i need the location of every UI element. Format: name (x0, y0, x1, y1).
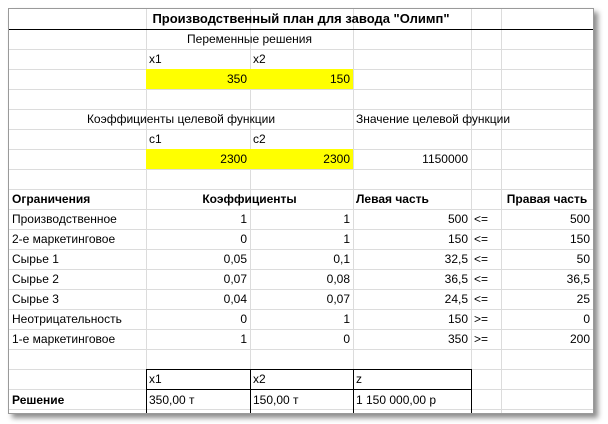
spreadsheet: Производственный план для завода "Олимп"… (8, 8, 594, 414)
coef-x2-cell[interactable]: 0,08 (250, 269, 353, 289)
constraint-name-cell[interactable]: 1-е маркетинговое (9, 329, 146, 349)
c2-label[interactable]: c2 (250, 129, 353, 149)
objective-value-header[interactable]: Значение целевой функции (353, 109, 593, 129)
grid-row-line (9, 349, 593, 350)
coef-x2-cell[interactable]: 0,1 (250, 249, 353, 269)
lhs-cell[interactable]: 500 (353, 209, 471, 229)
c2-value-cell[interactable]: 2300 (250, 149, 353, 169)
x2-value-cell[interactable]: 150 (250, 69, 353, 89)
constraint-name-cell[interactable]: Сырье 3 (9, 289, 146, 309)
lhs-cell[interactable]: 24,5 (353, 289, 471, 309)
coef-x1-cell[interactable]: 0,07 (146, 269, 250, 289)
c1-value-cell[interactable]: 2300 (146, 149, 250, 169)
sign-cell[interactable]: >= (471, 329, 501, 349)
coef-x1-cell[interactable]: 0,05 (146, 249, 250, 269)
coef-x1-cell[interactable]: 0,04 (146, 289, 250, 309)
x1-label[interactable]: x1 (146, 49, 250, 69)
constraints-header-coefs[interactable]: Коэффициенты (146, 189, 353, 209)
coef-x2-cell[interactable]: 1 (250, 229, 353, 249)
constraint-name-cell[interactable]: Производственное (9, 209, 146, 229)
objective-value-cell[interactable]: 1150000 (353, 149, 471, 169)
coef-x2-cell[interactable]: 0 (250, 329, 353, 349)
constraint-name-cell[interactable]: 2-е маркетинговое (9, 229, 146, 249)
c1-label[interactable]: c1 (146, 129, 250, 149)
solution-divider-4 (471, 369, 472, 413)
rhs-cell[interactable]: 500 (501, 209, 593, 229)
sign-cell[interactable]: <= (471, 209, 501, 229)
sheet-title[interactable]: Производственный план для завода "Олимп" (9, 9, 593, 29)
rhs-cell[interactable]: 25 (501, 289, 593, 309)
solution-z-cell[interactable]: 1 150 000,00 р (353, 390, 471, 410)
constraint-name-cell[interactable]: Сырье 1 (9, 249, 146, 269)
lhs-cell[interactable]: 150 (353, 309, 471, 329)
coef-x2-cell[interactable]: 1 (250, 209, 353, 229)
solution-z-label[interactable]: z (353, 369, 471, 389)
rhs-cell[interactable]: 200 (501, 329, 593, 349)
solution-x2-cell[interactable]: 150,00 т (250, 390, 353, 410)
coef-x2-cell[interactable]: 0,07 (250, 289, 353, 309)
lhs-cell[interactable]: 350 (353, 329, 471, 349)
lhs-cell[interactable]: 36,5 (353, 269, 471, 289)
x2-label[interactable]: x2 (250, 49, 353, 69)
sign-cell[interactable]: >= (471, 309, 501, 329)
sign-cell[interactable]: <= (471, 249, 501, 269)
solution-x1-label[interactable]: x1 (146, 369, 250, 389)
x1-value-cell[interactable]: 350 (146, 69, 250, 89)
constraints-header-lhs[interactable]: Левая часть (353, 189, 471, 209)
rhs-cell[interactable]: 0 (501, 309, 593, 329)
rhs-cell[interactable]: 36,5 (501, 269, 593, 289)
constraint-name-cell[interactable]: Сырье 2 (9, 269, 146, 289)
coef-x1-cell[interactable]: 1 (146, 329, 250, 349)
sign-cell[interactable]: <= (471, 229, 501, 249)
coef-x1-cell[interactable]: 0 (146, 229, 250, 249)
solution-x2-label[interactable]: x2 (250, 369, 353, 389)
sign-cell[interactable]: <= (471, 269, 501, 289)
constraints-header-rhs[interactable]: Правая часть (501, 189, 593, 209)
grid-row-line (9, 89, 593, 90)
solution-x1-cell[interactable]: 350,00 т (146, 390, 250, 410)
solution-label[interactable]: Решение (9, 390, 146, 410)
grid-row-line (9, 169, 593, 170)
rhs-cell[interactable]: 50 (501, 249, 593, 269)
variables-header[interactable]: Переменные решения (146, 29, 353, 49)
coef-x2-cell[interactable]: 1 (250, 309, 353, 329)
sign-cell[interactable]: <= (471, 289, 501, 309)
rhs-cell[interactable]: 150 (501, 229, 593, 249)
objective-coefs-header[interactable]: Коэффициенты целевой функции (9, 109, 353, 129)
lhs-cell[interactable]: 150 (353, 229, 471, 249)
constraint-name-cell[interactable]: Неотрицательность (9, 309, 146, 329)
lhs-cell[interactable]: 32,5 (353, 249, 471, 269)
coef-x1-cell[interactable]: 1 (146, 209, 250, 229)
constraints-header-name[interactable]: Ограничения (9, 189, 146, 209)
coef-x1-cell[interactable]: 0 (146, 309, 250, 329)
